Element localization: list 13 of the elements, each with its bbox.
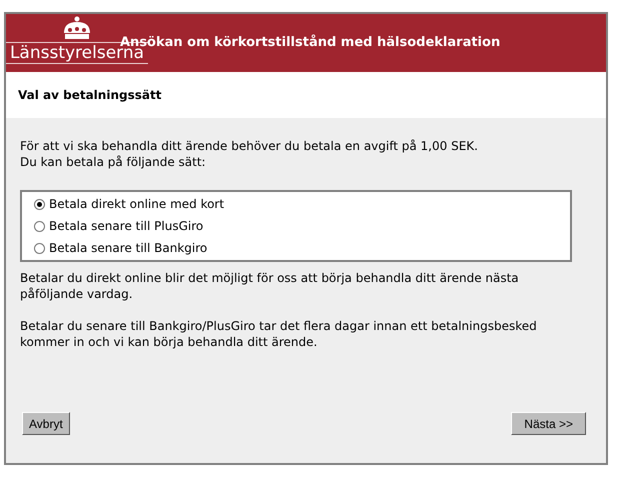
section-title: Val av betalningssätt	[18, 87, 162, 104]
radio-button[interactable]	[34, 220, 45, 232]
cancel-button[interactable]: Avbryt	[22, 412, 70, 435]
option-label[interactable]: Betala senare till PlusGiro	[49, 218, 204, 234]
radio-button[interactable]	[34, 198, 45, 210]
info-text: Betalar du direkt online blir det möjligt för oss att börja behandla ditt ärende nästa påföljande vardag.	[20, 270, 520, 302]
intro-text: Du kan betala på följande sätt:	[20, 154, 207, 170]
option-label[interactable]: Betala senare till Bankgiro	[49, 240, 208, 256]
info-text: Betalar du senare till Bankgiro/PlusGiro tar det flera dagar innan ett betalningsbesked kommer in och vi kan börja behandla ditt ärende.	[20, 318, 538, 350]
radio-button[interactable]	[34, 242, 45, 254]
option-label[interactable]: Betala direkt online med kort	[49, 196, 224, 212]
next-button[interactable]: Nästa >>	[511, 412, 586, 435]
intro-text: För att vi ska behandla ditt ärende behöver du betala en avgift på 1,00 SEK.	[20, 138, 479, 154]
